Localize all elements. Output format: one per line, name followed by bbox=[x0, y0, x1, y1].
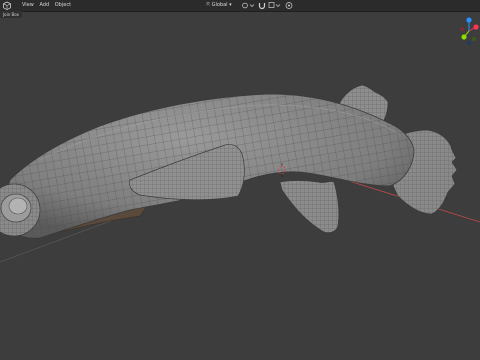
snap-toggle[interactable] bbox=[258, 0, 266, 11]
pivot-dropdown[interactable] bbox=[240, 0, 255, 11]
3d-viewport[interactable] bbox=[0, 11, 480, 360]
navigation-gizmo[interactable] bbox=[458, 15, 480, 47]
z-axis-handle[interactable] bbox=[466, 17, 472, 23]
circle-dot-icon bbox=[285, 2, 293, 9]
neg-y-axis-handle[interactable] bbox=[472, 37, 476, 41]
menu-add[interactable]: Add bbox=[37, 0, 51, 11]
proportional-editing-toggle[interactable] bbox=[284, 0, 294, 11]
chevron-down-icon: ▾ bbox=[229, 2, 232, 8]
snap-target-icon bbox=[268, 2, 281, 8]
magnet-icon bbox=[258, 3, 266, 10]
y-axis-handle[interactable] bbox=[461, 34, 467, 40]
menu-object[interactable]: Object bbox=[53, 0, 73, 11]
menu-bar: View Add Object bbox=[20, 0, 73, 11]
neg-z-axis-handle[interactable] bbox=[467, 41, 471, 45]
eye-icon bbox=[8, 197, 28, 215]
snap-dropdown[interactable] bbox=[268, 0, 282, 11]
cube-icon bbox=[3, 1, 11, 11]
transform-orientation-value: Global bbox=[211, 2, 228, 8]
menu-view[interactable]: View bbox=[20, 0, 36, 11]
x-axis-handle[interactable] bbox=[473, 24, 479, 30]
transform-orientation-dropdown[interactable]: ⤧ Global ▾ bbox=[206, 0, 232, 11]
editor-type-button[interactable] bbox=[2, 0, 12, 11]
neg-x-axis-handle[interactable] bbox=[460, 27, 464, 31]
pivot-icon bbox=[242, 2, 255, 9]
orientation-icon: ⤧ bbox=[206, 2, 211, 8]
anal-fin bbox=[279, 180, 340, 234]
